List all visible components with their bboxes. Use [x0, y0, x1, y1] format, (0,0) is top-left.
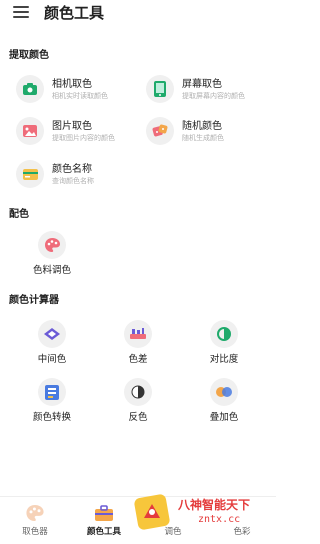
tool-desc: 查询颜色名称 — [52, 176, 94, 185]
page-title: 颜色工具 — [44, 4, 105, 22]
tool-title: 色料调色 — [32, 265, 71, 276]
card-icon — [16, 160, 44, 188]
app-bar: 颜色工具 — [0, 0, 276, 30]
image-icon — [16, 117, 44, 145]
section-title-calc: 颜色计算器 — [9, 295, 59, 306]
tool-title: 图片取色 — [52, 120, 92, 132]
tab-label: 颜色工具 — [86, 527, 121, 537]
tab-label: 取色器 — [22, 527, 48, 537]
palette-icon — [38, 231, 66, 259]
overlay-icon — [210, 378, 238, 406]
tab-color-tools[interactable]: 颜色工具 — [74, 503, 134, 537]
watermark-logo-icon — [134, 494, 170, 530]
tool-overlay-color[interactable]: 叠加色 — [194, 378, 254, 424]
menu-icon[interactable] — [13, 6, 29, 20]
tool-title: 颜色转换 — [32, 412, 71, 423]
tool-invert-color[interactable]: 反色 — [108, 378, 168, 424]
tool-title: 相机取色 — [52, 78, 92, 90]
tool-title: 颜色名称 — [52, 163, 92, 175]
tool-title: 色差 — [128, 354, 148, 365]
diff-icon — [124, 320, 152, 348]
tab-color-picker[interactable]: 取色器 — [5, 503, 65, 537]
watermark-line2: zntx.cc — [198, 514, 241, 525]
tool-color-name[interactable]: 颜色名称 查询颜色名称 — [16, 160, 94, 188]
section-title-extract: 提取颜色 — [9, 50, 49, 61]
tool-title: 反色 — [128, 412, 148, 423]
tool-image-pick[interactable]: 图片取色 提取图片内容的颜色 — [16, 117, 115, 145]
tool-contrast[interactable]: 对比度 — [194, 320, 254, 366]
tool-screen-pick[interactable]: 屏幕取色 提取屏幕内容的颜色 — [146, 75, 245, 103]
tool-desc: 提取屏幕内容的颜色 — [182, 91, 245, 100]
tool-desc: 提取图片内容的颜色 — [52, 133, 115, 142]
watermark-line1: 八神智能天下 — [178, 498, 251, 512]
contrast-icon — [210, 320, 238, 348]
tool-color-convert[interactable]: 颜色转换 — [22, 378, 82, 424]
toolbox-tab-icon — [74, 503, 134, 523]
tool-random-color[interactable]: 随机颜色 随机生成颜色 — [146, 117, 224, 145]
tool-title: 随机颜色 — [182, 120, 222, 132]
tool-title: 叠加色 — [209, 412, 239, 423]
phone-screen-icon — [146, 75, 174, 103]
watermark: 八神智能天下 zntx.cc — [134, 490, 276, 544]
camera-icon — [16, 75, 44, 103]
palette-tab-icon — [5, 503, 65, 523]
tool-desc: 相机实时读取颜色 — [52, 91, 108, 100]
tool-paint-mix[interactable]: 色料调色 — [22, 231, 82, 277]
tool-color-diff[interactable]: 色差 — [108, 320, 168, 366]
tool-camera-pick[interactable]: 相机取色 相机实时读取颜色 — [16, 75, 108, 103]
tool-title: 对比度 — [209, 354, 239, 365]
diamond-icon — [38, 320, 66, 348]
tool-title: 中间色 — [37, 354, 67, 365]
dice-icon — [146, 117, 174, 145]
tool-desc: 随机生成颜色 — [182, 133, 224, 142]
convert-icon — [38, 378, 66, 406]
section-title-match: 配色 — [9, 209, 29, 220]
tool-middle-color[interactable]: 中间色 — [22, 320, 82, 366]
tool-title: 屏幕取色 — [182, 78, 222, 90]
invert-icon — [124, 378, 152, 406]
